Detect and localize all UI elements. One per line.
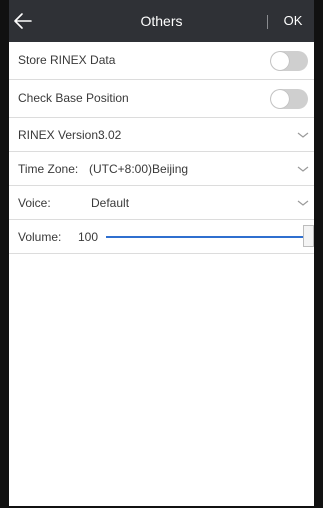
volume-slider-thumb[interactable] [303,225,314,247]
volume-slider-fill [106,236,304,238]
store-rinex-label: Store RINEX Data [18,53,116,67]
settings-list: Store RINEX Data Check Base Position RIN… [9,42,314,254]
time-zone-value: (UTC+8:00)Beijing [89,162,189,176]
rinex-version-select[interactable]: RINEX Version: 3.02 [9,118,314,152]
toggle-knob [271,52,289,70]
chevron-down-icon [297,132,309,138]
volume-row: Volume: 100 [9,220,314,254]
voice-label: Voice: [18,196,51,210]
volume-slider[interactable] [106,236,304,238]
toggle-knob [271,90,289,108]
time-zone-label: Time Zone: [18,162,79,176]
ok-button[interactable]: OK [272,0,314,42]
chevron-down-icon [297,166,309,172]
store-rinex-row: Store RINEX Data [9,42,314,80]
top-bar: Others OK [9,0,314,42]
chevron-down-icon [297,200,309,206]
app-frame: Others OK Store RINEX Data Check Base Po… [0,0,323,508]
volume-value: 100 [78,230,99,244]
check-base-toggle[interactable] [270,89,308,109]
check-base-row: Check Base Position [9,80,314,118]
time-zone-select[interactable]: Time Zone: (UTC+8:00)Beijing [9,152,314,186]
rinex-version-label: RINEX Version: [18,128,102,142]
header-divider [267,15,268,29]
rinex-version-value: 3.02 [98,128,122,142]
voice-select[interactable]: Voice: Default [9,186,314,220]
voice-value: Default [91,196,130,210]
page-title: Others [140,13,183,29]
volume-label: Volume: [18,230,62,244]
store-rinex-toggle[interactable] [270,51,308,71]
check-base-label: Check Base Position [18,91,129,105]
